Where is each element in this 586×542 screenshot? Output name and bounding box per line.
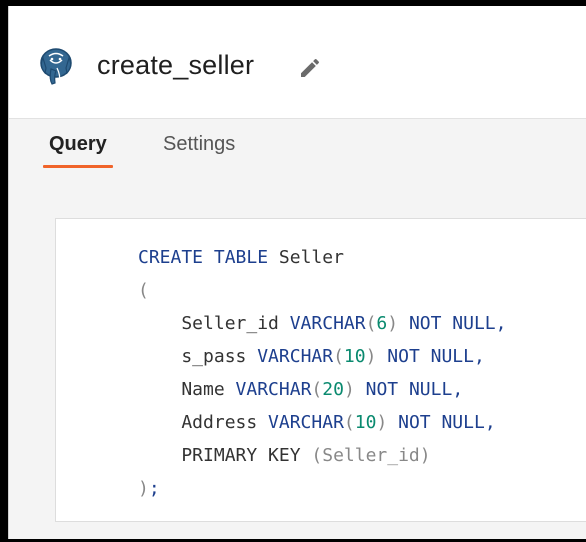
code-token: NOT NULL,: [398, 313, 507, 334]
code-token: VARCHAR: [235, 379, 312, 400]
code-line: PRIMARY KEY (Seller_id): [138, 439, 506, 472]
code-token: Address: [138, 412, 269, 433]
code-token: NOT NULL,: [387, 412, 496, 433]
code-token: VARCHAR: [257, 346, 334, 367]
code-token: Name: [138, 379, 236, 400]
code-token: ): [387, 313, 399, 334]
sql-editor[interactable]: CREATE TABLE Seller( Seller_id VARCHAR(6…: [55, 218, 586, 522]
tab-query[interactable]: Query: [43, 133, 113, 168]
code-token: Seller: [278, 247, 344, 268]
code-line: CREATE TABLE Seller: [138, 241, 506, 274]
pencil-icon[interactable]: [298, 56, 322, 80]
code-token: (Seller_id): [311, 445, 431, 466]
code-line: Address VARCHAR(10) NOT NULL,: [138, 406, 506, 439]
code-token: ): [365, 346, 377, 367]
postgresql-elephant-icon: [40, 48, 72, 85]
code-token: ): [138, 478, 149, 499]
sql-code[interactable]: CREATE TABLE Seller( Seller_id VARCHAR(6…: [138, 241, 506, 505]
code-token: 10: [343, 346, 366, 367]
code-token: (: [343, 412, 355, 433]
code-token: PRIMARY KEY: [138, 445, 312, 466]
page-title: create_seller: [97, 50, 255, 80]
code-line: Seller_id VARCHAR(6) NOT NULL,: [138, 307, 506, 340]
code-line: Name VARCHAR(20) NOT NULL,: [138, 373, 506, 406]
code-token: NOT NULL,: [376, 346, 485, 367]
code-token: Seller_id: [138, 313, 290, 334]
code-token: ;: [148, 478, 160, 499]
code-token: ): [376, 412, 388, 433]
code-token: CREATE TABLE: [138, 247, 279, 268]
code-token: NOT NULL,: [354, 379, 464, 400]
code-token: (: [365, 313, 377, 334]
code-token: VARCHAR: [268, 412, 344, 433]
code-line: s_pass VARCHAR(10) NOT NULL,: [138, 340, 506, 373]
code-token: (: [311, 379, 323, 400]
query-header: create_seller: [9, 6, 586, 119]
tab-settings[interactable]: Settings: [163, 133, 235, 166]
code-token: ): [343, 379, 355, 400]
code-token: s_pass: [138, 346, 258, 367]
code-token: 6: [376, 313, 388, 334]
code-token: (: [138, 280, 149, 301]
code-token: 10: [354, 412, 377, 433]
tab-bar: Query Settings: [9, 119, 586, 179]
code-line: );: [138, 472, 506, 505]
app-window: create_seller Query Settings CREATE TABL…: [8, 6, 586, 539]
code-token: VARCHAR: [289, 313, 366, 334]
code-token: (: [333, 346, 344, 367]
code-line: (: [138, 274, 506, 307]
code-token: 20: [322, 379, 344, 400]
